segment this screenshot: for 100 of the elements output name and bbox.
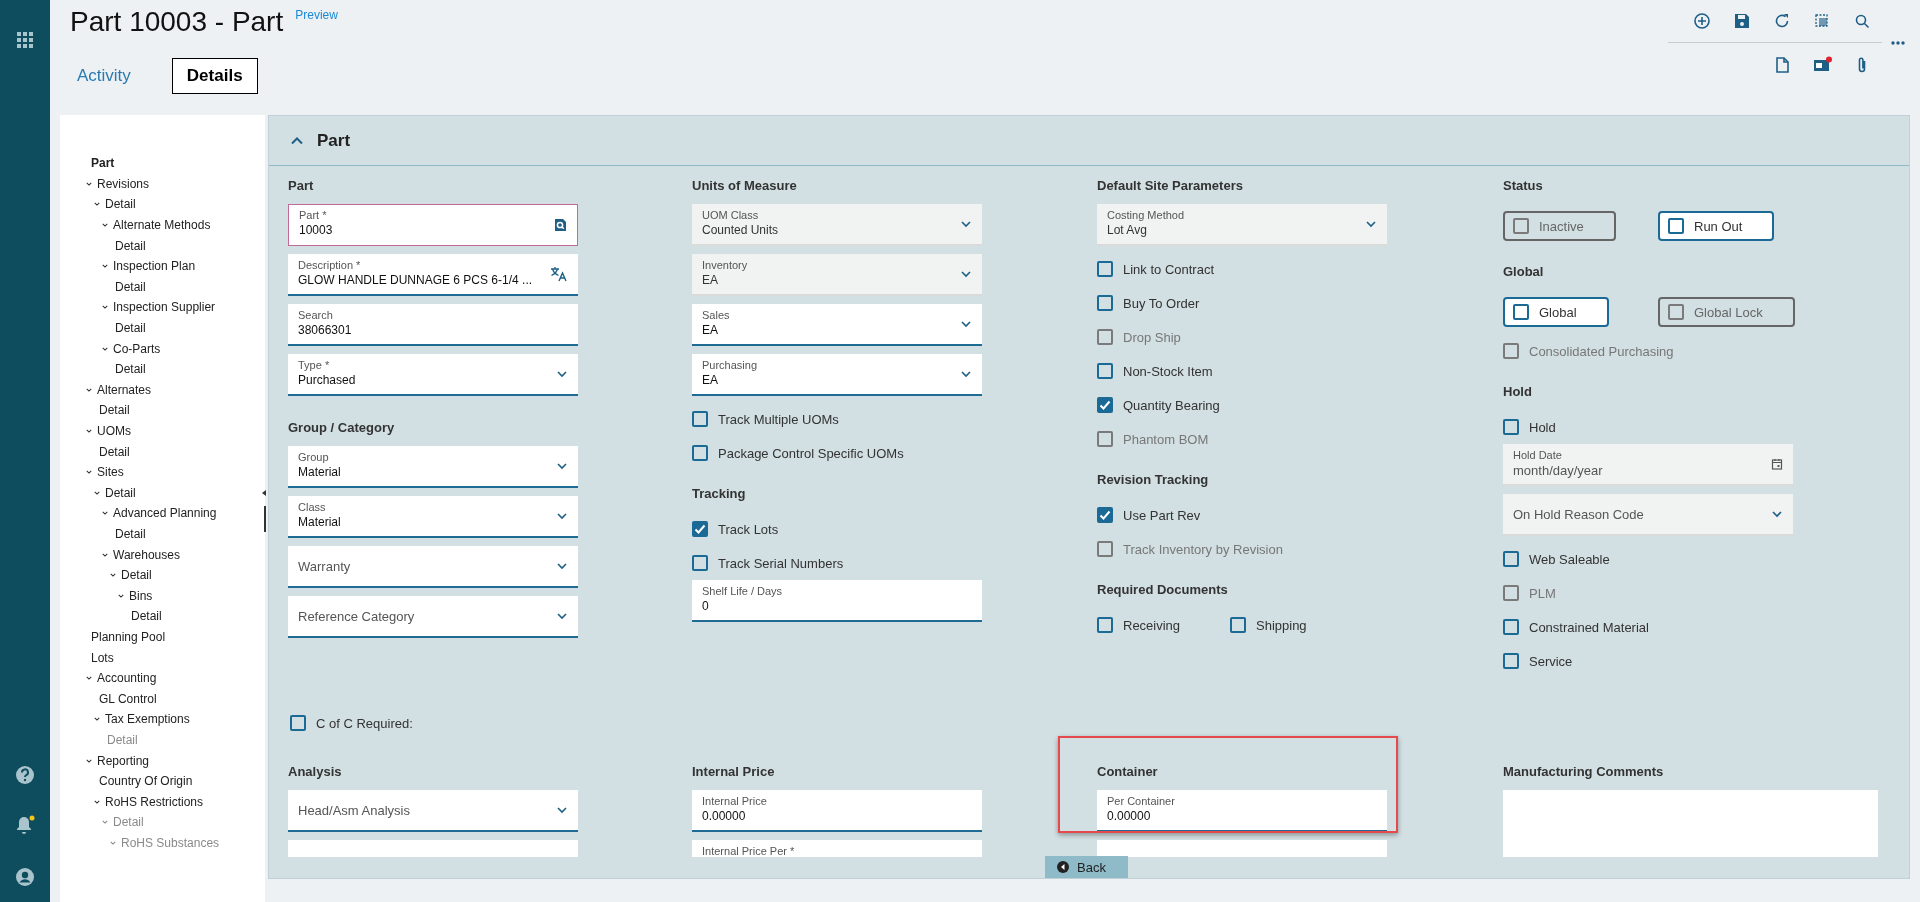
field-label: Purchasing <box>702 359 759 372</box>
chevron-down-icon[interactable] <box>556 804 568 816</box>
checkbox[interactable] <box>692 555 708 571</box>
text-field[interactable]: Per Container 0.00000 <box>1097 790 1387 832</box>
checkbox[interactable] <box>1503 653 1519 669</box>
tree-item[interactable]: Planning Pool <box>60 626 265 648</box>
tree-item[interactable]: Detail <box>60 441 265 462</box>
tab[interactable]: Details <box>171 58 258 94</box>
tree-item[interactable]: Detail <box>60 400 265 421</box>
tree-item[interactable]: GL Control <box>60 688 265 710</box>
dropdown-field[interactable]: Warranty <box>288 546 578 588</box>
tree-item[interactable]: Advanced Planning <box>60 503 265 524</box>
tree-item[interactable]: Tax Exemptions <box>60 709 265 730</box>
checkbox[interactable] <box>1097 261 1113 277</box>
section-heading: Tracking <box>692 485 746 503</box>
field-label: Description * <box>298 259 362 272</box>
chevron-down-icon[interactable] <box>556 510 568 522</box>
checkbox-label: Track Inventory by Revision <box>1123 541 1283 557</box>
checkbox[interactable] <box>692 445 708 461</box>
tree-item[interactable]: Detail <box>60 235 265 256</box>
tree-item[interactable]: Lots <box>60 647 265 668</box>
tree-item[interactable]: Bins <box>60 585 265 607</box>
field-placeholder: Warranty <box>298 558 352 576</box>
field-label: UOM Class <box>702 209 760 222</box>
chevron-down-icon[interactable] <box>556 460 568 472</box>
back-button[interactable]: Back <box>1045 856 1128 878</box>
checkbox[interactable] <box>1503 419 1519 435</box>
tree-item[interactable]: Sites <box>60 461 265 483</box>
dropdown-field[interactable]: Purchasing EA <box>692 354 982 396</box>
checkbox[interactable] <box>692 521 708 537</box>
apps-grid-icon[interactable] <box>16 31 34 49</box>
field-label: Class <box>298 501 327 514</box>
dropdown-field[interactable]: Type * Purchased <box>288 354 578 396</box>
tree-item[interactable]: Part <box>60 153 265 174</box>
tree-item[interactable]: Detail <box>60 276 265 298</box>
chevron-down-icon[interactable] <box>960 318 972 330</box>
dropdown-field[interactable]: Head/Asm Analysis <box>288 790 578 832</box>
tree-item[interactable]: Detail <box>60 564 265 586</box>
dropdown-field[interactable]: Group Material <box>288 446 578 488</box>
checkbox-label: Quantity Bearing <box>1123 397 1220 413</box>
dropdown-field[interactable]: Sales EA <box>692 304 982 346</box>
checkbox-button[interactable]: Run Out <box>1658 211 1775 241</box>
dropdown-field[interactable]: Class Material <box>288 496 578 538</box>
splitter-handle[interactable] <box>261 490 267 532</box>
bell-icon[interactable] <box>14 815 36 837</box>
checkbox[interactable] <box>1230 617 1246 633</box>
tree-item[interactable]: Inspection Plan <box>60 255 265 277</box>
checkbox[interactable] <box>290 715 306 731</box>
tree-item[interactable]: Revisions <box>60 173 265 195</box>
chevron-down-icon[interactable] <box>556 560 568 572</box>
user-icon[interactable] <box>15 867 35 887</box>
field-value: Counted Units <box>702 222 780 239</box>
chevron-down-icon[interactable] <box>556 610 568 622</box>
tree-item[interactable]: Reporting <box>60 750 265 771</box>
tree-item[interactable]: Co-Parts <box>60 338 265 359</box>
checkbox[interactable] <box>1097 617 1113 633</box>
tab[interactable]: Activity <box>70 58 138 94</box>
text-field[interactable]: Part * 10003 <box>288 204 578 246</box>
tree-item[interactable]: RoHS Restrictions <box>60 791 265 812</box>
translate-icon[interactable] <box>550 266 568 282</box>
help-icon[interactable] <box>15 765 35 785</box>
section-heading: Hold <box>1503 383 1532 401</box>
checkbox[interactable] <box>1503 619 1519 635</box>
tree-item[interactable]: Warehouses <box>60 544 265 565</box>
search-icon[interactable] <box>553 218 567 232</box>
text-field[interactable]: Search 38066301 <box>288 304 578 346</box>
field-placeholder: Reference Category <box>298 608 416 626</box>
field-value: 0.00000 <box>1107 808 1152 825</box>
checkbox[interactable] <box>1097 507 1113 523</box>
text-field[interactable]: Internal Price 0.00000 <box>692 790 982 832</box>
text-field[interactable]: Shelf Life / Days 0 <box>692 580 982 622</box>
checkbox[interactable] <box>1097 397 1113 413</box>
tree-item[interactable]: Inspection Supplier <box>60 297 265 318</box>
text-field[interactable]: Description * GLOW HANDLE DUNNAGE 6 PCS 6-1/4 ... <box>288 254 578 296</box>
chevron-down-icon[interactable] <box>960 368 972 380</box>
tree-item[interactable]: Accounting <box>60 667 265 689</box>
tree-item[interactable]: Detail <box>60 482 265 504</box>
checkbox[interactable] <box>692 411 708 427</box>
section-heading: Group / Category <box>288 419 395 437</box>
checkbox[interactable] <box>1503 551 1519 567</box>
checkbox-button[interactable]: Global <box>1503 297 1609 327</box>
section-heading: Analysis <box>288 763 342 781</box>
tree-item[interactable]: Alternate Methods <box>60 214 265 236</box>
tree-item[interactable]: Detail <box>60 606 265 627</box>
checkbox[interactable] <box>1097 363 1113 379</box>
dropdown-field[interactable]: Reference Category <box>288 596 578 638</box>
tree-item[interactable]: Detail <box>60 194 265 215</box>
chevron-down-icon[interactable] <box>556 368 568 380</box>
checkbox-label: Link to Contract <box>1123 261 1215 277</box>
field-placeholder: Head/Asm Analysis <box>298 802 411 820</box>
tree-item[interactable]: Detail <box>60 523 265 545</box>
tree-item[interactable]: UOMs <box>60 420 265 442</box>
text-field[interactable]: Internal Price Per * <box>692 840 982 857</box>
checkbox[interactable] <box>1097 295 1113 311</box>
field-value: EA <box>702 372 719 389</box>
tree-item[interactable]: Alternates <box>60 379 265 401</box>
section-heading: Revision Tracking <box>1097 471 1209 489</box>
tree-item[interactable]: Detail <box>60 317 265 339</box>
tree-item[interactable]: Detail <box>60 358 265 380</box>
tree-item[interactable]: Country Of Origin <box>60 770 265 792</box>
